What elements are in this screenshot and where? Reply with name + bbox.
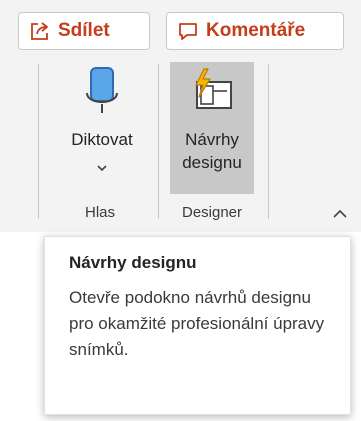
tooltip-area: Návrhy designu Otevře podokno návrhů des… <box>0 232 361 421</box>
tooltip-title: Návrhy designu <box>69 253 197 272</box>
design-ideas-label-line1: Návrhy <box>185 130 239 149</box>
ribbon: Sdílet Komentáře Diktovat Návrhy designu… <box>0 0 361 232</box>
share-icon <box>29 20 51 42</box>
comments-label: Komentáře <box>206 20 306 41</box>
tooltip-body: Otevře podokno návrhů designu pro okamži… <box>69 288 325 359</box>
group-label-voice: Hlas <box>84 204 115 221</box>
design-ideas-label-line2: designu <box>182 153 242 172</box>
design-ideas-button[interactable]: Návrhy designu <box>170 62 254 194</box>
dictate-label: Diktovat <box>71 130 133 149</box>
group-label-designer: Designer <box>181 204 243 221</box>
share-label: Sdílet <box>58 20 110 41</box>
design-ideas-icon <box>188 62 236 120</box>
comment-icon <box>177 20 199 42</box>
dictate-button[interactable]: Diktovat <box>46 62 158 194</box>
group-divider <box>268 64 269 219</box>
microphone-icon <box>82 62 122 120</box>
comments-button[interactable]: Komentáře <box>166 12 344 50</box>
share-button[interactable]: Sdílet <box>18 12 150 50</box>
group-divider <box>158 64 159 219</box>
collapse-ribbon-icon[interactable] <box>330 206 350 222</box>
tooltip: Návrhy designu Otevře podokno návrhů des… <box>44 236 351 415</box>
group-divider <box>38 64 39 219</box>
chevron-down-icon[interactable] <box>96 155 108 178</box>
